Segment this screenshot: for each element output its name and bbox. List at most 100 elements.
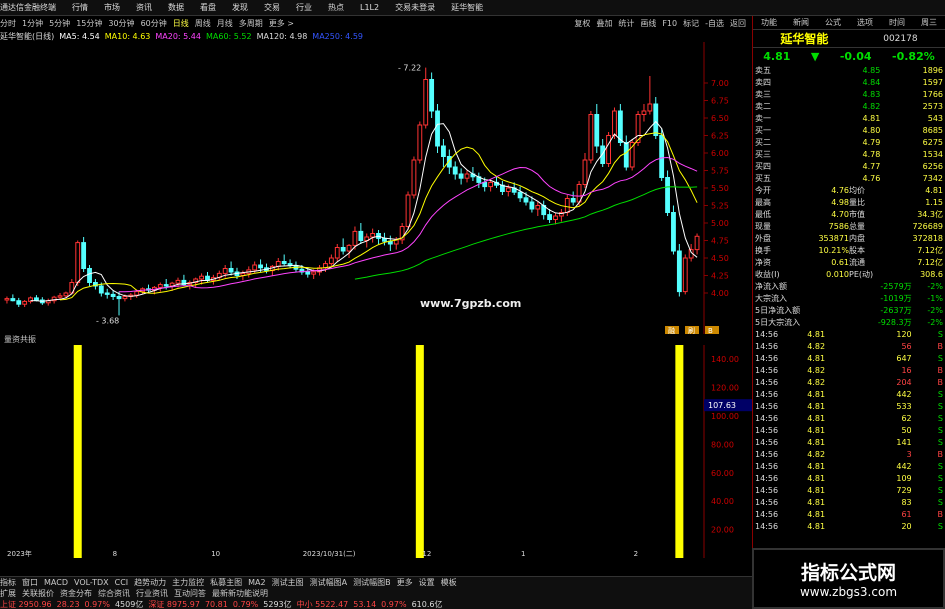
tool-fuquan[interactable]: 复权 — [574, 18, 590, 29]
indicator-tick-label: 120.00 — [711, 384, 739, 393]
indicator-tab[interactable]: 更多 — [397, 577, 413, 588]
orderbook-row-cell: 2573 — [922, 101, 944, 111]
signal-bar — [73, 345, 82, 558]
period-5[interactable]: 60分钟 — [141, 18, 167, 29]
side-btn-3[interactable]: 公式 — [825, 17, 841, 28]
trade-row-cell: 204 — [896, 377, 912, 387]
period-0[interactable]: 分时 — [0, 18, 16, 29]
period-2[interactable]: 5分钟 — [49, 18, 70, 29]
indicator-tab[interactable]: 测试幅图A — [310, 577, 347, 588]
indicator-tab[interactable]: MACD — [44, 578, 68, 587]
side-btn-5[interactable]: 时间 — [889, 17, 905, 28]
period-6[interactable]: 日线 — [173, 18, 189, 29]
period-3[interactable]: 15分钟 — [76, 18, 102, 29]
trade-row: 14:56 4.82 16 B — [753, 364, 945, 376]
badge-label: 融 — [668, 326, 675, 334]
tool-fanhui[interactable]: 返回 — [730, 18, 746, 29]
indicator-tab[interactable]: 指标 — [0, 577, 16, 588]
stat-row-cell: 外盘 — [755, 233, 771, 243]
change-pct: -0.82% — [892, 49, 935, 63]
trade-row-cell: 62 — [901, 413, 912, 423]
menu-10[interactable]: L1L2 — [360, 3, 379, 12]
extension-tab[interactable]: 扩展 — [0, 588, 16, 599]
indicator-tab[interactable]: CCI — [115, 578, 129, 587]
trade-row-cell: 442 — [896, 461, 912, 471]
side-btn-2[interactable]: 新闻 — [793, 17, 809, 28]
indicator-tab[interactable]: 趋势动力 — [134, 577, 166, 588]
trade-notice[interactable]: 交易未登录 — [395, 2, 435, 13]
indicator-tab[interactable]: 窗口 — [22, 577, 38, 588]
flow-row-cell: -1019万 — [880, 293, 912, 303]
extension-tab[interactable]: 资金分布 — [60, 588, 92, 599]
flow-row-cell: -928.3万 — [877, 317, 912, 327]
period-9[interactable]: 多周期 — [239, 18, 263, 29]
candle-body — [334, 247, 340, 259]
order-book: 卖五 4.85 1896 卖四 4.84 1597 卖三 4.83 1766 卖二 4.82 2573… — [753, 64, 945, 184]
trade-row-cell: 83 — [901, 497, 912, 507]
tool-huaxian[interactable]: 画线 — [640, 18, 656, 29]
orderbook-row-cell: 8685 — [922, 125, 944, 135]
side-btn-1[interactable]: 功能 — [761, 17, 777, 28]
extension-tab[interactable]: 最新新功能说明 — [212, 588, 268, 599]
kline-chart[interactable]: 7.00 6.75 6.50 6.25 6.00 5.75 5.50 5.25 5.00 4.75… — [0, 42, 752, 334]
period-1[interactable]: 1分钟 — [22, 18, 43, 29]
flow-row-cell: -2637万 — [880, 305, 912, 315]
menu-3[interactable]: 资讯 — [136, 2, 152, 13]
period-10[interactable]: 更多 > — [269, 18, 294, 29]
extension-tab[interactable]: 综合资讯 — [98, 588, 130, 599]
flow-row-cell: -2% — [927, 317, 943, 327]
date-label: 12 — [422, 550, 431, 558]
candle-body — [464, 173, 470, 179]
trade-row-cell: B — [937, 377, 943, 387]
indicator-tab[interactable]: VOL-TDX — [74, 578, 109, 587]
menu-8[interactable]: 行业 — [296, 2, 312, 13]
indicator-chart[interactable]: 140.00 120.00 100.00 80.00 60.00 40.00 20.00 10… — [0, 345, 752, 558]
period-8[interactable]: 月线 — [217, 18, 233, 29]
ticker-item: 70.81 — [204, 600, 228, 609]
indicator-title: 量资共振 — [4, 335, 36, 344]
indicator-tab[interactable]: MA2 — [248, 578, 265, 587]
extension-tab[interactable]: 行业资讯 — [136, 588, 168, 599]
indicator-tab[interactable]: 测试幅图B — [353, 577, 391, 588]
orderbook-row: 卖一 4.81 543 — [753, 112, 945, 124]
indicator-tick-label: 140.00 — [711, 355, 739, 364]
trade-row-cell: 4.81 — [807, 521, 826, 531]
quote-row: 4.81 ▼ -0.04 -0.82% — [753, 48, 945, 64]
tool-zixuan[interactable]: -自选 — [705, 18, 724, 29]
side-btn-6[interactable]: 周三 — [921, 17, 937, 28]
tool-tongji[interactable]: 统计 — [618, 18, 634, 29]
indicator-tab[interactable]: 私募主图 — [210, 577, 242, 588]
menu-6[interactable]: 发现 — [232, 2, 248, 13]
high-label: - 7.22 — [398, 64, 421, 73]
period-4[interactable]: 30分钟 — [108, 18, 134, 29]
candle-body — [423, 79, 429, 126]
indicator-tab[interactable]: 主力监控 — [172, 577, 204, 588]
tool-f10[interactable]: F10 — [662, 19, 677, 28]
candle-body — [594, 114, 600, 147]
menu-9[interactable]: 热点 — [328, 2, 344, 13]
indicator-tab[interactable]: 模板 — [441, 577, 457, 588]
trade-row: 14:56 4.81 120 S — [753, 328, 945, 340]
extension-tab[interactable]: 互动问答 — [174, 588, 206, 599]
menu-5[interactable]: 看盘 — [200, 2, 216, 13]
period-7[interactable]: 周线 — [195, 18, 211, 29]
indicator-tab[interactable]: 设置 — [419, 577, 435, 588]
menu-7[interactable]: 交易 — [264, 2, 280, 13]
trade-row-cell: 442 — [896, 389, 912, 399]
stat-row-cell: 内盘 — [849, 233, 865, 243]
stat-row-cell: PE(动) — [849, 269, 874, 279]
menu-4[interactable]: 数据 — [168, 2, 184, 13]
tool-diejia[interactable]: 叠加 — [596, 18, 612, 29]
candle-body — [429, 79, 435, 112]
candle-body — [606, 135, 611, 164]
indicator-tick-label: 40.00 — [711, 497, 734, 506]
extension-tab[interactable]: 关联报价 — [22, 588, 54, 599]
menu-1[interactable]: 行情 — [72, 2, 88, 13]
side-btn-4[interactable]: 选项 — [857, 17, 873, 28]
trade-row-cell: S — [937, 389, 943, 399]
ticker-item: 53.14 — [353, 600, 377, 609]
tool-biaoji[interactable]: 标记 — [683, 18, 699, 29]
menu-2[interactable]: 市场 — [104, 2, 120, 13]
trade-row-cell: 14:56 — [755, 401, 779, 411]
indicator-tab[interactable]: 测试主图 — [272, 577, 304, 588]
